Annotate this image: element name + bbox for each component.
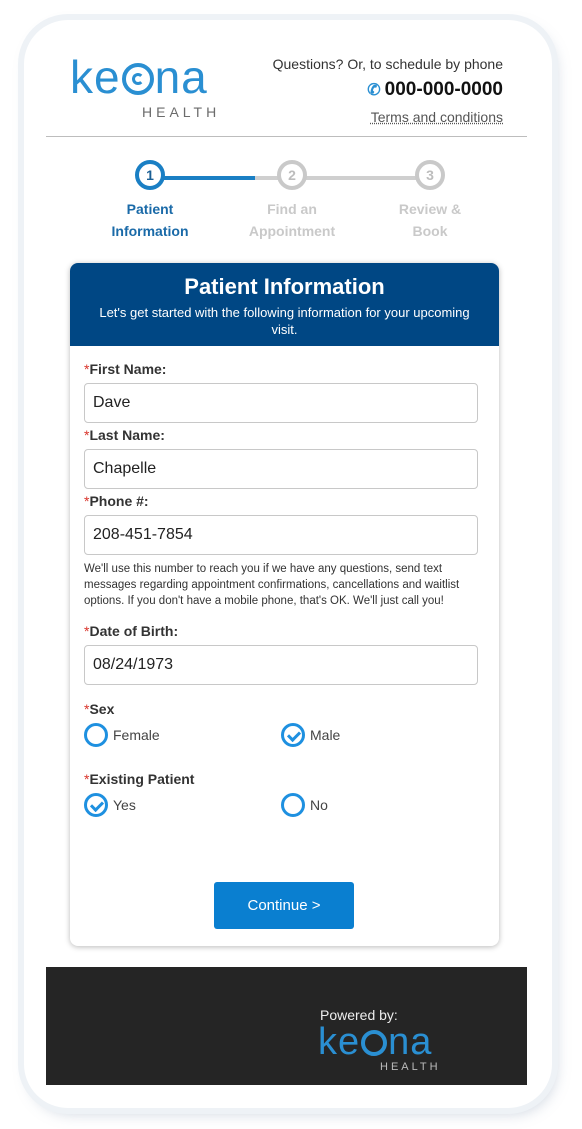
radio-label: Yes (113, 797, 136, 813)
first-name-label: *First Name: (84, 361, 167, 377)
logo-subtext: HEALTH (142, 104, 221, 120)
existing-yes-radio[interactable]: Yes (84, 793, 136, 817)
phone-number-link[interactable]: ✆ 000-000-0000 (273, 79, 503, 101)
dob-input[interactable]: 08/24/1973 (84, 645, 478, 685)
radio-label: Female (113, 727, 160, 743)
phone-icon: ✆ (367, 82, 381, 99)
dob-label: *Date of Birth: (84, 623, 179, 639)
radio-unchecked-icon (84, 723, 108, 747)
first-name-input[interactable]: Dave (84, 383, 478, 423)
card-subtitle: Let's get started with the following inf… (99, 305, 470, 337)
footer: Powered by: ke na HEALTH (46, 967, 527, 1085)
last-name-input[interactable]: Chapelle (84, 449, 478, 489)
last-name-label: *Last Name: (84, 427, 165, 443)
step-number: 1 (135, 160, 165, 190)
footer-keona-logo: ke na HEALTH (318, 1021, 438, 1073)
radio-label: Male (310, 727, 341, 743)
terms-link[interactable]: Terms and conditions (273, 109, 503, 125)
screen: ke na HEALTH Questions? Or, to schedule b… (46, 20, 527, 1085)
step-patient-information: 1 Patient Information (90, 160, 210, 242)
phone-number: 000-000-0000 (384, 79, 503, 100)
continue-button[interactable]: Continue > (214, 882, 354, 929)
patient-info-card: Patient Information Let's get started wi… (70, 263, 499, 946)
step-label: Find an Appointment (248, 201, 336, 239)
footer-logo-wordmark: ke na (318, 1021, 433, 1063)
progress-stepper: 1 Patient Information 2 Find an Appointmen… (90, 160, 490, 260)
radio-label: No (310, 797, 328, 813)
phone-help-text: We'll use this number to reach you if we… (84, 563, 460, 607)
sex-female-radio[interactable]: Female (84, 723, 160, 747)
step-number: 3 (415, 160, 445, 190)
step-find-appointment: 2 Find an Appointment (232, 160, 352, 242)
sex-label: *Sex (84, 701, 115, 717)
step-label: Review & Book (398, 201, 462, 239)
contact-block: Questions? Or, to schedule by phone ✆ 000… (273, 56, 503, 125)
existing-patient-radio-group: Yes No (84, 793, 485, 823)
sex-radio-group: Female Male (84, 723, 485, 753)
keona-health-logo: ke na HEALTH (70, 51, 220, 120)
step-number: 2 (277, 160, 307, 190)
phone-input[interactable]: 208-451-7854 (84, 515, 478, 555)
existing-no-radio[interactable]: No (281, 793, 328, 817)
step-label: Patient Information (111, 201, 189, 239)
sex-male-radio[interactable]: Male (281, 723, 340, 747)
radio-checked-icon (84, 793, 108, 817)
card-title: Patient Information (184, 274, 385, 299)
logo-wordmark: ke na (70, 51, 208, 103)
card-header: Patient Information Let's get started wi… (70, 263, 499, 346)
header-divider (46, 136, 527, 137)
device-frame: ke na HEALTH Questions? Or, to schedule b… (24, 20, 552, 1108)
step-review-book: 3 Review & Book (370, 160, 490, 242)
radio-checked-icon (281, 723, 305, 747)
schedule-question: Questions? Or, to schedule by phone (272, 56, 503, 72)
patient-form: *First Name: Dave *Last Name: Chapelle *… (84, 361, 485, 823)
existing-patient-label: *Existing Patient (84, 771, 195, 787)
footer-logo-subtext: HEALTH (380, 1061, 441, 1073)
radio-unchecked-icon (281, 793, 305, 817)
phone-label: *Phone #: (84, 493, 149, 509)
